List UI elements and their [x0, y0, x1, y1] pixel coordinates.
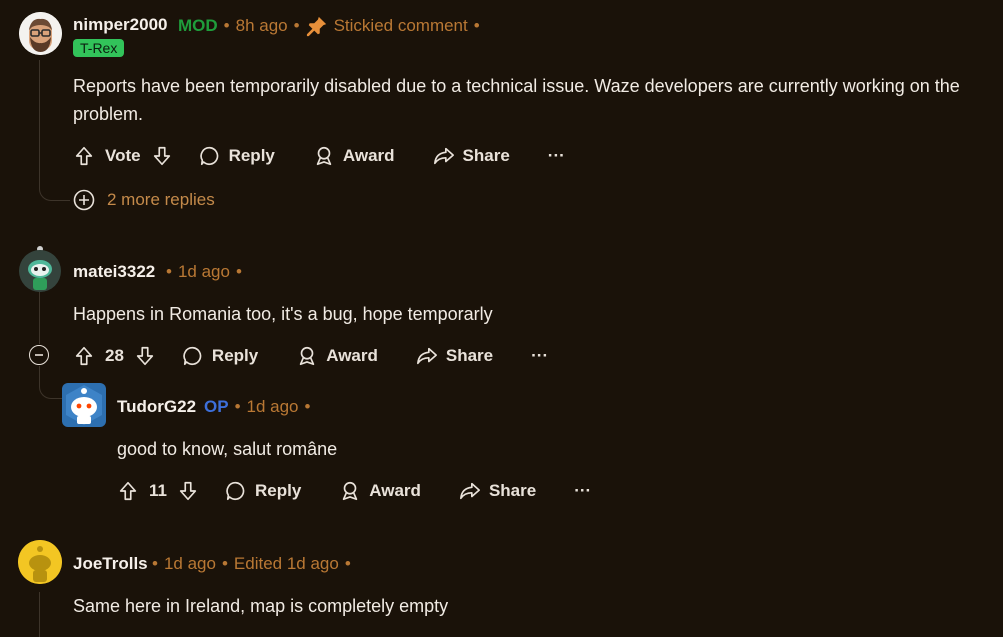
user-flair: T-Rex — [73, 39, 125, 57]
chat-bubble-icon — [183, 346, 202, 366]
bearded-man-avatar-icon — [19, 12, 62, 55]
reply-button[interactable]: Reply — [199, 145, 275, 167]
comment-time[interactable]: 1d ago — [178, 262, 230, 282]
downvote-icon[interactable] — [177, 480, 199, 502]
award-label: Award — [326, 346, 378, 365]
comment-time[interactable]: 8h ago — [236, 16, 288, 36]
share-button[interactable]: Share — [416, 345, 493, 367]
mod-badge: MOD — [178, 16, 218, 35]
comment-body: Reports have been temporarily disabled d… — [73, 76, 960, 124]
chat-bubble-icon — [226, 481, 245, 501]
snoo-avatar-icon — [18, 540, 62, 584]
minus-icon — [35, 354, 43, 356]
award-icon — [343, 481, 358, 501]
avatar[interactable] — [19, 12, 62, 55]
separator: • — [473, 16, 480, 35]
plus-circle-icon — [73, 189, 95, 211]
comment-username[interactable]: TudorG22 — [117, 397, 196, 417]
more-options-button[interactable]: ··· — [531, 346, 548, 366]
avatar[interactable] — [18, 540, 62, 584]
separator: • — [235, 262, 242, 281]
vote-control: 11 — [117, 480, 199, 502]
comment-body: good to know, salut române — [117, 439, 338, 459]
upvote-icon[interactable] — [73, 345, 95, 367]
edited-label: Edited 1d ago — [233, 554, 339, 573]
award-label: Award — [342, 146, 395, 165]
thread-line-2 — [39, 292, 40, 344]
snoo-avatar-icon — [19, 250, 61, 292]
reply-label: Reply — [211, 346, 259, 365]
reply-label: Reply — [228, 146, 275, 165]
vote-score: 11 — [149, 481, 167, 500]
share-icon — [459, 482, 480, 500]
reply-button[interactable]: Reply — [182, 345, 258, 367]
snoo-avatar-icon — [66, 385, 102, 425]
share-button[interactable]: Share — [459, 480, 536, 502]
pin-icon — [306, 16, 326, 37]
award-label: Award — [369, 481, 421, 500]
comment-actions: 11 Reply Award Share ··· — [117, 475, 591, 507]
share-label: Share — [462, 146, 510, 165]
separator: • — [344, 554, 351, 573]
downvote-icon[interactable] — [134, 345, 156, 367]
comment-meta: • 1d ago • Edited 1d ago • — [152, 554, 351, 574]
separator: • — [221, 554, 228, 573]
separator: • — [234, 397, 241, 416]
share-label: Share — [488, 481, 537, 500]
stickied-label: Stickied comment — [333, 16, 468, 35]
comment-username[interactable]: JoeTrolls — [73, 554, 148, 574]
more-replies-button[interactable]: 2 more replies — [73, 189, 215, 211]
upvote-icon[interactable] — [73, 145, 95, 167]
thread-curve-1 — [39, 172, 70, 201]
reply-button[interactable]: Reply — [225, 480, 301, 502]
thread-line-4 — [39, 592, 40, 637]
comment-actions: Vote Reply Award Share ··· — [73, 140, 565, 172]
more-options-icon: ··· — [531, 346, 549, 365]
op-badge: OP — [204, 397, 229, 416]
collapse-thread-button[interactable] — [29, 345, 49, 365]
separator: • — [223, 16, 230, 35]
vote-control: Vote — [73, 145, 173, 167]
award-icon — [299, 346, 315, 366]
vote-label: Vote — [105, 146, 141, 165]
comment-actions: 28 Reply Award Share ··· — [73, 340, 548, 372]
award-button[interactable]: Award — [339, 480, 421, 502]
avatar[interactable] — [62, 383, 106, 427]
award-button[interactable]: Award — [296, 345, 378, 367]
more-replies-label: 2 more replies — [107, 190, 215, 209]
separator: • — [152, 554, 158, 573]
thread-curve-2 — [39, 366, 62, 399]
share-button[interactable]: Share — [433, 145, 510, 167]
separator: • — [166, 262, 172, 281]
award-icon — [316, 146, 332, 166]
award-button[interactable]: Award — [313, 145, 395, 167]
vote-score: 28 — [105, 346, 124, 365]
share-icon — [416, 347, 437, 365]
separator: • — [304, 397, 311, 416]
upvote-icon[interactable] — [117, 480, 139, 502]
share-label: Share — [445, 346, 494, 365]
separator: • — [293, 16, 300, 35]
avatar[interactable] — [19, 250, 61, 292]
comment-body: Happens in Romania too, it's a bug, hope… — [73, 304, 493, 324]
comment-meta: MOD • 8h ago • Stickied comment • — [178, 15, 480, 37]
thread-line-1 — [39, 60, 40, 185]
comment-time[interactable]: 1d ago — [247, 397, 299, 417]
more-options-icon: ··· — [547, 146, 565, 165]
comment-username[interactable]: matei3322 — [73, 262, 155, 282]
share-icon — [433, 147, 454, 165]
comment-time[interactable]: 1d ago — [164, 554, 216, 574]
more-options-icon: ··· — [574, 481, 592, 500]
reply-label: Reply — [254, 481, 302, 500]
comment-username[interactable]: nimper2000 — [73, 15, 168, 35]
comment-meta: • 1d ago • — [166, 262, 242, 282]
more-options-button[interactable]: ··· — [574, 481, 591, 501]
more-options-button[interactable]: ··· — [548, 146, 565, 166]
comment-meta: OP • 1d ago • — [204, 397, 310, 417]
comment-body: Same here in Ireland, map is completely … — [73, 596, 449, 616]
vote-control: 28 — [73, 345, 156, 367]
chat-bubble-icon — [199, 146, 218, 166]
downvote-icon[interactable] — [151, 145, 173, 167]
